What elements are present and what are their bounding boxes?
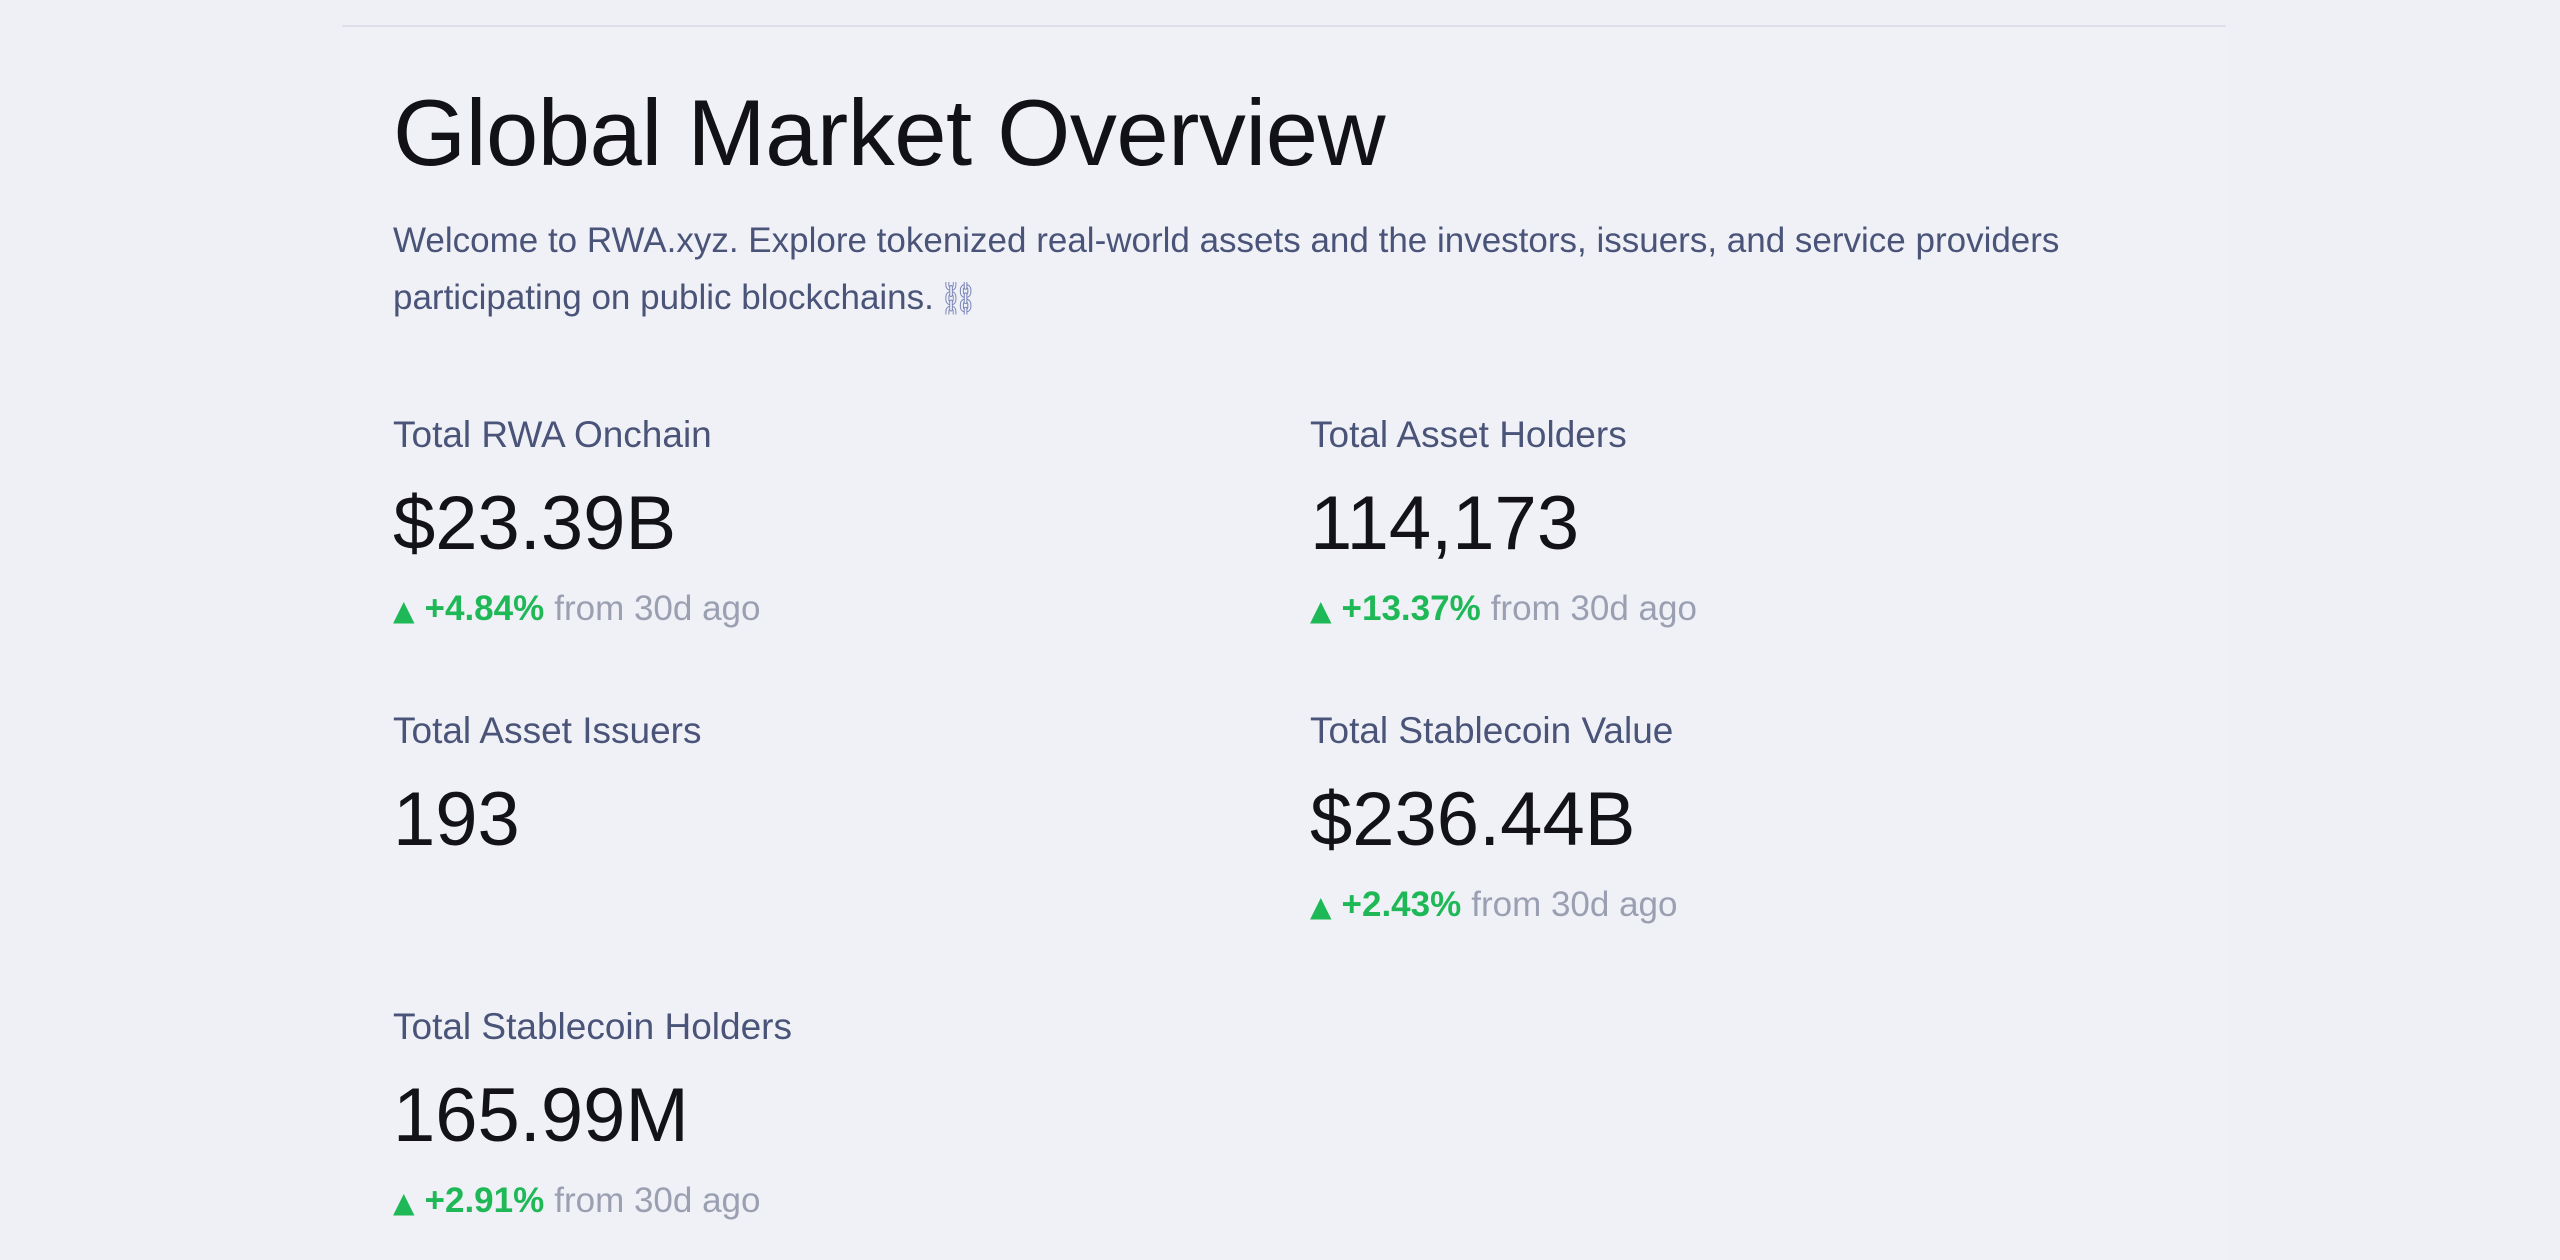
stat-value: 193 [393,777,520,862]
stat-total-stablecoin-holders: Total Stablecoin Holders 165.99M ▲ +2.91%… [393,1005,1213,1223]
stat-value: 114,173 [1310,481,1580,566]
change-suffix: from 30d ago [1471,885,1678,924]
stat-value: $23.39B [393,481,677,566]
change-suffix: from 30d ago [554,589,761,628]
change-suffix: from 30d ago [554,1181,761,1220]
intro-line-1: Welcome to RWA.xyz. Explore tokenized re… [393,221,2060,260]
stat-total-asset-holders: Total Asset Holders 114,173 ▲ +13.37% from… [1310,413,2130,631]
change-percent: +13.37% [1341,589,1481,628]
up-arrow-icon: ▲ [393,594,415,627]
intro-line-2-text: participating on public blockchains. [393,278,934,317]
up-arrow-icon: ▲ [393,1186,415,1219]
stat-change: ▲ +2.91% from 30d ago [393,1181,1213,1223]
stat-label: Total Asset Holders [1310,414,1627,455]
change-percent: +4.84% [424,589,545,628]
stat-label: Total Stablecoin Value [1310,710,1674,751]
top-divider [342,25,2226,27]
up-arrow-icon: ▲ [1310,890,1332,923]
stat-change: ▲ +4.84% from 30d ago [393,589,1213,631]
stat-value: 165.99M [393,1073,689,1158]
change-suffix: from 30d ago [1490,589,1697,628]
intro-line-2: participating on public blockchains. ⛓ [393,269,2193,327]
stat-total-asset-issuers: Total Asset Issuers 193 [393,709,1213,863]
chain-link-icon: ⛓ [937,279,979,317]
intro-text: Welcome to RWA.xyz. Explore tokenized re… [393,212,2193,327]
stat-total-stablecoin-value: Total Stablecoin Value $236.44B ▲ +2.43% f… [1310,709,2130,927]
stat-label: Total Asset Issuers [393,710,702,751]
stat-change: ▲ +2.43% from 30d ago [1310,885,2130,927]
stat-change: ▲ +13.37% from 30d ago [1310,589,2130,631]
page-title: Global Market Overview [393,80,1385,185]
change-percent: +2.91% [424,1181,545,1220]
stat-total-rwa-onchain: Total RWA Onchain $23.39B ▲ +4.84% from 30… [393,413,1213,631]
stat-label: Total Stablecoin Holders [393,1006,792,1047]
stat-value: $236.44B [1310,777,1636,862]
up-arrow-icon: ▲ [1310,594,1332,627]
change-percent: +2.43% [1341,885,1462,924]
stat-label: Total RWA Onchain [393,414,712,455]
